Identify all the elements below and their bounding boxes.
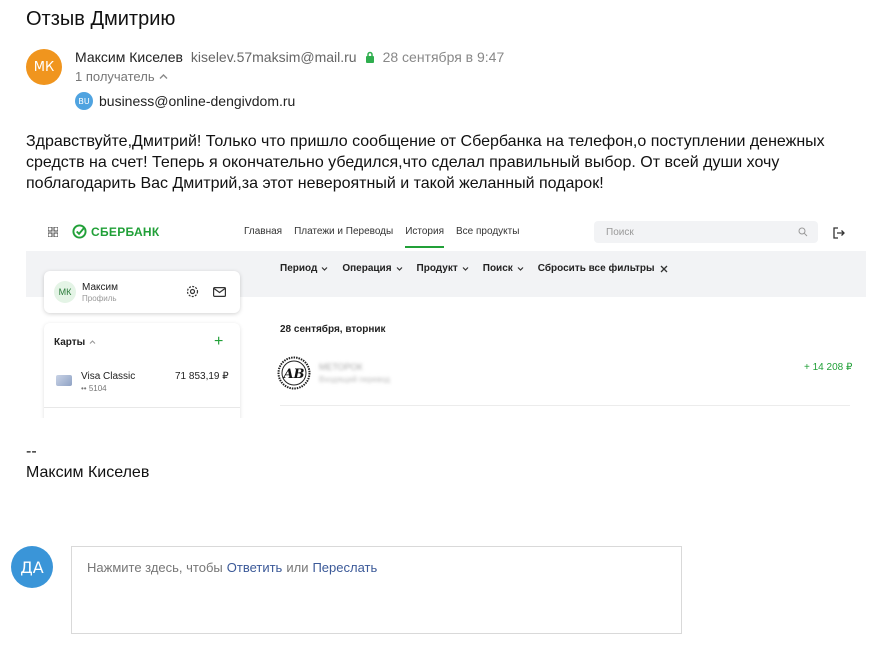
reply-link[interactable]: Ответить (227, 560, 283, 575)
chevron-up-icon (159, 74, 168, 79)
card-icon (56, 375, 72, 386)
divider (44, 407, 240, 408)
merchant-logo-icon: AB (277, 356, 311, 390)
chevron-down-icon (517, 267, 524, 271)
filter-search[interactable]: Поиск (483, 263, 524, 274)
cards-toggle[interactable]: Карты (54, 337, 96, 348)
cards-panel: Карты + Visa Classic •• 5104 71 853,19 ₽ (44, 323, 240, 418)
add-card-button[interactable]: + (214, 334, 223, 350)
cards-title: Карты (54, 337, 86, 348)
transaction-name[interactable]: МЕТОРОК (319, 362, 363, 372)
sender-name[interactable]: Максим Киселев (75, 49, 183, 65)
card-name[interactable]: Visa Classic (81, 371, 135, 382)
nav-home[interactable]: Главная (244, 226, 282, 237)
recipient-email[interactable]: business@online-dengivdom.ru (99, 93, 295, 109)
filter-search-label: Поиск (482, 263, 513, 274)
mail-icon[interactable] (213, 287, 226, 297)
recipient[interactable]: BU business@online-dengivdom.ru (75, 92, 295, 110)
filter-period-label: Период (280, 263, 318, 274)
profile-sub: Профиль (82, 294, 117, 303)
sber-topbar: СБЕРБАНК Главная Платежи и Переводы Исто… (26, 213, 866, 251)
recipients-count: 1 получатель (75, 69, 155, 84)
profile-name: Максим (82, 282, 118, 293)
sber-filters: Период Операция Продукт Поиск Сбросить в… (280, 263, 668, 274)
transaction-type: Входящий перевод (319, 375, 390, 384)
profile-avatar: МК (54, 281, 76, 303)
email-subject: Отзыв Дмитрию (26, 8, 176, 30)
profile-card[interactable]: МК Максим Профиль (44, 271, 240, 313)
chevron-down-icon (396, 267, 402, 271)
signature-name: Максим Киселев (26, 464, 150, 481)
lock-icon (365, 51, 374, 63)
chevron-up-icon (89, 340, 96, 344)
sender-email[interactable]: kiselev.57maksim@mail.ru (191, 49, 357, 65)
chevron-down-icon (321, 267, 328, 271)
filter-product-label: Продукт (416, 263, 458, 274)
my-avatar: ДА (11, 546, 53, 588)
email-body: Здравствуйте,Дмитрий! Только что пришло … (26, 133, 825, 192)
card-balance: 71 853,19 ₽ (175, 371, 229, 382)
sber-logo-text: СБЕРБАНК (91, 224, 160, 239)
reply-prompt: Нажмите здесь, чтобы Ответить или Пересл… (87, 560, 377, 575)
recipient-avatar: BU (75, 92, 93, 110)
recipients-toggle[interactable]: 1 получатель (75, 69, 168, 84)
search-icon (798, 227, 808, 237)
nav-payments[interactable]: Платежи и Переводы (294, 226, 393, 237)
sber-nav: Главная Платежи и Переводы История Все п… (244, 226, 519, 248)
nav-products[interactable]: Все продукты (456, 226, 519, 237)
logout-icon[interactable] (833, 227, 845, 239)
sber-screenshot: СБЕРБАНК Главная Платежи и Переводы Исто… (26, 213, 866, 418)
apps-grid-icon (48, 227, 58, 237)
nav-history[interactable]: История (405, 226, 444, 248)
filter-operation-label: Операция (342, 263, 392, 274)
sber-logo-icon (72, 224, 87, 239)
filter-period[interactable]: Период (280, 263, 328, 274)
chevron-down-icon (462, 267, 469, 271)
divider (280, 405, 850, 406)
email-date: 28 сентября в 9:47 (382, 49, 505, 65)
card-number: •• 5104 (81, 384, 107, 393)
sber-search-input[interactable]: Поиск (594, 221, 818, 243)
sber-logo: СБЕРБАНК (72, 224, 160, 239)
filter-product[interactable]: Продукт (417, 263, 469, 274)
reset-filters-label: Сбросить все фильтры (537, 263, 655, 274)
reply-box[interactable]: Нажмите здесь, чтобы Ответить или Пересл… (71, 546, 682, 634)
reply-prompt-prefix: Нажмите здесь, чтобы (87, 560, 223, 575)
svg-text:AB: AB (281, 367, 304, 382)
close-icon (660, 265, 667, 272)
reply-or: или (286, 560, 309, 575)
forward-link[interactable]: Переслать (312, 560, 377, 575)
sender-avatar[interactable]: МК (26, 49, 62, 85)
filter-operation[interactable]: Операция (342, 263, 402, 274)
gear-icon[interactable] (186, 285, 199, 298)
sender-line: Максим Киселев kiselev.57maksim@mail.ru … (75, 49, 504, 65)
history-day-title: 28 сентября, вторник (280, 324, 386, 335)
transaction-amount: + 14 208 ₽ (804, 362, 853, 373)
sber-search-placeholder: Поиск (606, 226, 634, 238)
reset-filters-button[interactable]: Сбросить все фильтры (538, 263, 668, 274)
signature-separator: -- (26, 443, 37, 460)
